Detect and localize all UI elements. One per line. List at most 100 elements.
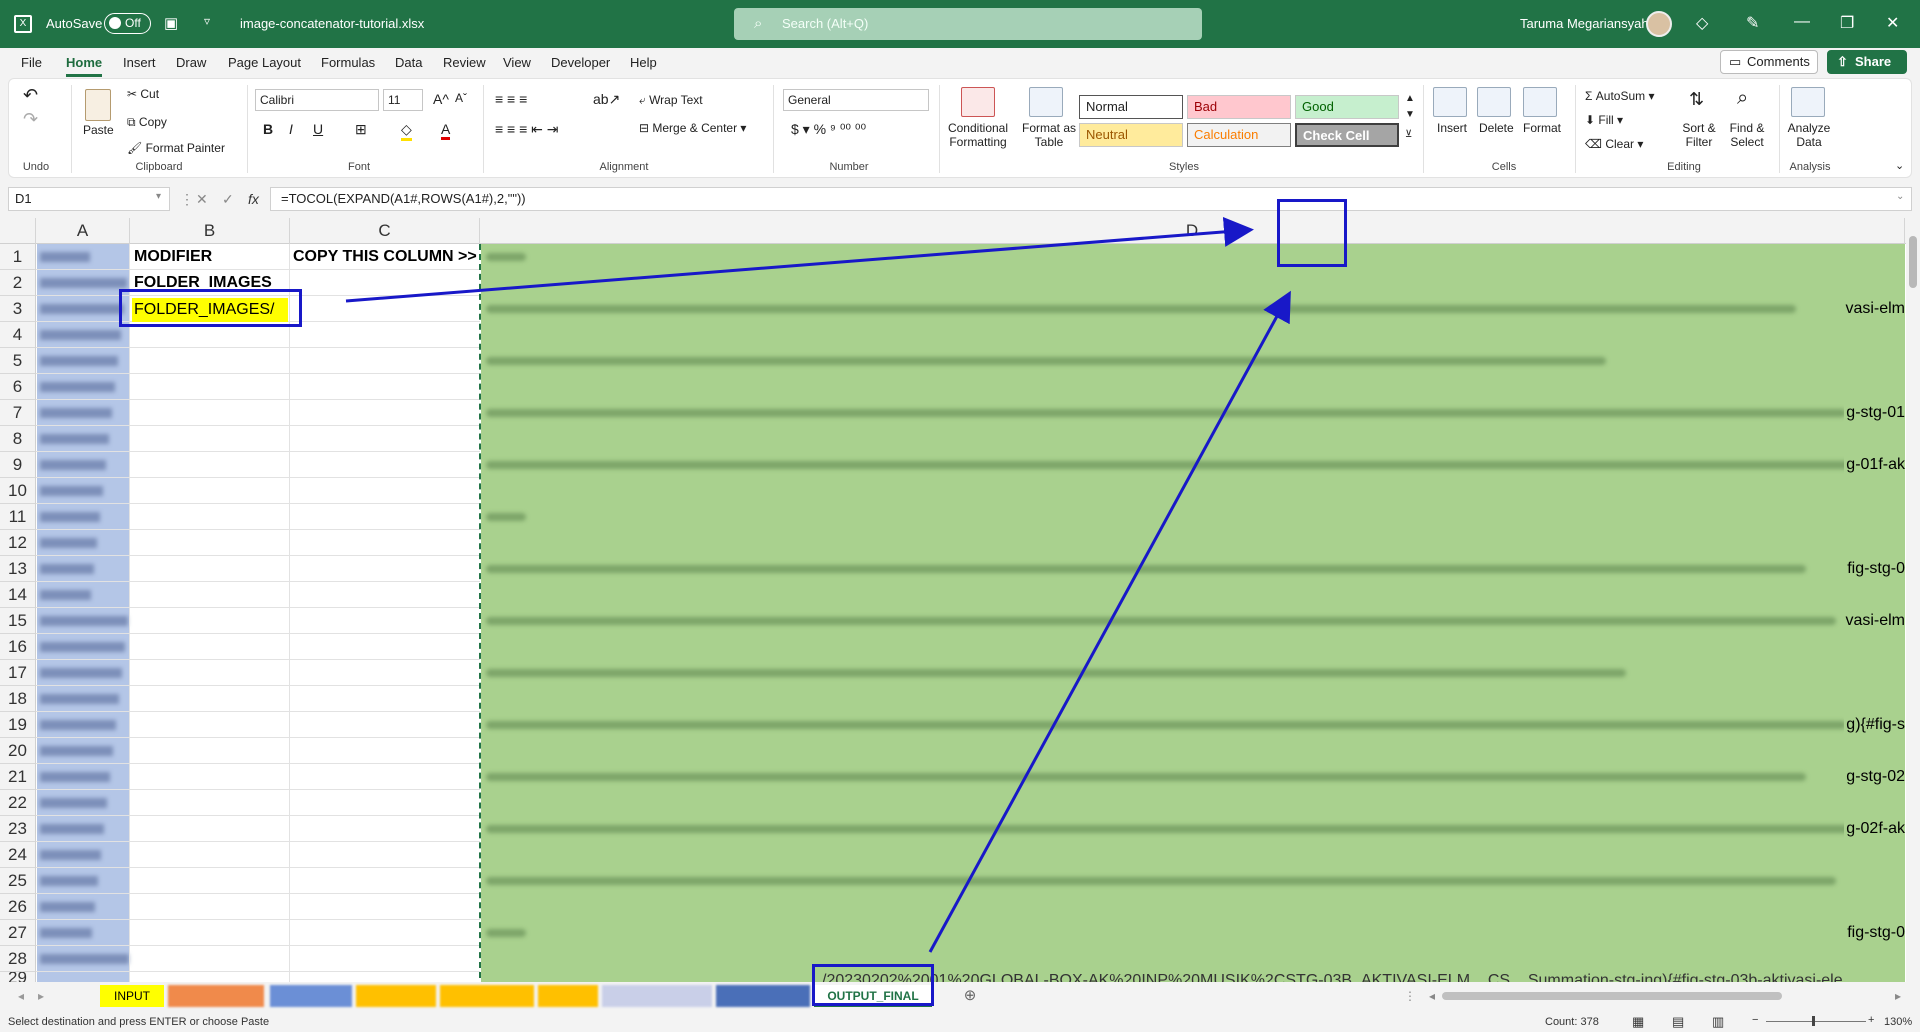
- font-name-dropdown[interactable]: Calibri: [255, 89, 379, 111]
- conditional-formatting-icon[interactable]: [961, 87, 995, 117]
- row-header-17[interactable]: 17: [0, 660, 36, 686]
- page-break-view-icon[interactable]: ▥: [1712, 1014, 1724, 1030]
- style-bad[interactable]: Bad: [1187, 95, 1291, 119]
- row-header-14[interactable]: 14: [0, 582, 36, 608]
- cell-b2[interactable]: FOLDER_IMAGES: [134, 270, 272, 288]
- column-header-b[interactable]: B: [130, 218, 290, 244]
- expand-formula-bar-icon[interactable]: ⌄: [1896, 191, 1904, 202]
- file-name[interactable]: image-concatenator-tutorial.xlsx: [240, 16, 424, 31]
- insert-function-icon[interactable]: fx: [248, 191, 259, 207]
- row-header-20[interactable]: 20: [0, 738, 36, 764]
- insert-cells-label[interactable]: Insert: [1437, 121, 1467, 135]
- row-header-1[interactable]: 1: [0, 244, 36, 270]
- vertical-scrollbar[interactable]: [1906, 218, 1920, 988]
- enter-icon[interactable]: ✓: [222, 191, 234, 208]
- menu-help[interactable]: Help: [630, 55, 657, 70]
- autosave-toggle[interactable]: Off: [104, 13, 151, 34]
- format-as-table-label[interactable]: Format as Table: [1021, 121, 1077, 149]
- row-header-8[interactable]: 8: [0, 426, 36, 452]
- row-header-9[interactable]: 9: [0, 452, 36, 478]
- sort-filter-icon[interactable]: ⇅: [1689, 89, 1704, 110]
- close-icon[interactable]: ✕: [1886, 13, 1899, 33]
- font-color-icon[interactable]: A: [441, 121, 451, 140]
- cell-d-23[interactable]: g-02f-ak: [1844, 816, 1905, 842]
- paste-label[interactable]: Paste: [83, 123, 114, 137]
- comments-button[interactable]: ▭ Comments: [1720, 50, 1818, 74]
- menu-draw[interactable]: Draw: [176, 55, 206, 70]
- menu-developer[interactable]: Developer: [551, 55, 610, 70]
- row-header-25[interactable]: 25: [0, 868, 36, 894]
- avatar[interactable]: [1646, 11, 1672, 37]
- cell-b1[interactable]: MODIFIER: [134, 244, 212, 270]
- autosum-button[interactable]: Σ AutoSum ▾: [1585, 89, 1654, 103]
- name-box[interactable]: D1: [8, 187, 170, 211]
- sheet-tab-hidden-3[interactable]: [356, 985, 436, 1007]
- style-neutral[interactable]: Neutral: [1079, 123, 1183, 147]
- cell-d-3[interactable]: vasi-elm: [1843, 296, 1905, 322]
- pen-icon[interactable]: ✎: [1746, 13, 1759, 33]
- more-icon[interactable]: ⋮: [180, 191, 194, 208]
- page-layout-view-icon[interactable]: ▤: [1672, 1014, 1684, 1030]
- align-top-icon[interactable]: ≡ ≡ ≡: [495, 91, 527, 107]
- style-check-cell[interactable]: Check Cell: [1295, 123, 1399, 147]
- tab-options-icon[interactable]: ⋮: [1404, 985, 1416, 1007]
- row-header-23[interactable]: 23: [0, 816, 36, 842]
- worksheet-grid[interactable]: A B C D 1 2 3 4 5 6 7 8 9 10 11 12 13 14 15 16 17 18 19 20 2…: [0, 218, 1920, 988]
- cell-d-9[interactable]: g-01f-ak: [1844, 452, 1905, 478]
- copy-button[interactable]: ⧉ Copy: [127, 115, 167, 130]
- find-select-label[interactable]: Find & Select: [1725, 121, 1769, 149]
- row-header-24[interactable]: 24: [0, 842, 36, 868]
- bold-icon[interactable]: B: [263, 121, 273, 137]
- horizontal-scrollbar-thumb[interactable]: [1442, 992, 1782, 1000]
- row-header-19[interactable]: 19: [0, 712, 36, 738]
- undo-icon[interactable]: ↶: [23, 85, 38, 106]
- zoom-slider[interactable]: [1766, 1021, 1866, 1022]
- collapse-ribbon-icon[interactable]: ⌄: [1895, 159, 1904, 172]
- styles-scroll-up-icon[interactable]: ▲: [1405, 93, 1415, 104]
- menu-insert[interactable]: Insert: [123, 55, 156, 70]
- sheet-tab-hidden-1[interactable]: [168, 985, 264, 1007]
- format-cells-label[interactable]: Format: [1523, 121, 1561, 135]
- fill-button[interactable]: ⬇ Fill ▾: [1585, 113, 1623, 127]
- sheet-tab-input[interactable]: INPUT: [100, 985, 164, 1007]
- sheet-tab-hidden-7[interactable]: [716, 985, 810, 1007]
- search-box[interactable]: ⌕ Search (Alt+Q): [734, 8, 1202, 40]
- analyze-data-label[interactable]: Analyze Data: [1787, 121, 1831, 149]
- menu-formulas[interactable]: Formulas: [321, 55, 375, 70]
- menu-file[interactable]: File: [21, 55, 42, 70]
- cell-c1[interactable]: COPY THIS COLUMN >>: [293, 244, 477, 270]
- sort-filter-label[interactable]: Sort & Filter: [1677, 121, 1721, 149]
- share-button[interactable]: ⇧ Share: [1827, 50, 1907, 74]
- cell-d-27[interactable]: fig-stg-0: [1845, 920, 1905, 946]
- row-header-4[interactable]: 4: [0, 322, 36, 348]
- shrink-font-icon[interactable]: Aˇ: [455, 91, 467, 105]
- row-header-12[interactable]: 12: [0, 530, 36, 556]
- row-header-3[interactable]: 3: [0, 296, 36, 322]
- styles-more-icon[interactable]: ⊻: [1405, 129, 1412, 140]
- diamond-icon[interactable]: ◇: [1696, 13, 1708, 33]
- italic-icon[interactable]: I: [289, 121, 293, 137]
- user-name[interactable]: Taruma Megariansyah: [1520, 16, 1649, 31]
- formula-input[interactable]: =TOCOL(EXPAND(A1#,ROWS(A1#),2,"")): [270, 187, 1912, 211]
- redo-icon[interactable]: ↷: [23, 109, 38, 130]
- customize-qat-icon[interactable]: ▿: [204, 14, 210, 28]
- find-select-icon[interactable]: ⌕: [1737, 87, 1748, 110]
- menu-view[interactable]: View: [503, 55, 531, 70]
- style-good[interactable]: Good: [1295, 95, 1399, 119]
- menu-data[interactable]: Data: [395, 55, 422, 70]
- format-as-table-icon[interactable]: [1029, 87, 1063, 117]
- cell-d-13[interactable]: fig-stg-0: [1845, 556, 1905, 582]
- zoom-out-icon[interactable]: −: [1752, 1014, 1758, 1026]
- borders-icon[interactable]: ⊞: [355, 121, 367, 138]
- row-header-16[interactable]: 16: [0, 634, 36, 660]
- save-icon[interactable]: ▣: [164, 14, 178, 32]
- menu-review[interactable]: Review: [443, 55, 486, 70]
- underline-icon[interactable]: U: [313, 121, 323, 137]
- row-header-7[interactable]: 7: [0, 400, 36, 426]
- menu-home[interactable]: Home: [66, 55, 103, 77]
- font-size-dropdown[interactable]: 11: [383, 89, 423, 111]
- delete-cells-label[interactable]: Delete: [1479, 121, 1514, 135]
- name-box-dropdown-icon[interactable]: ▾: [156, 191, 161, 202]
- fill-color-icon[interactable]: ◇: [401, 121, 412, 141]
- row-header-6[interactable]: 6: [0, 374, 36, 400]
